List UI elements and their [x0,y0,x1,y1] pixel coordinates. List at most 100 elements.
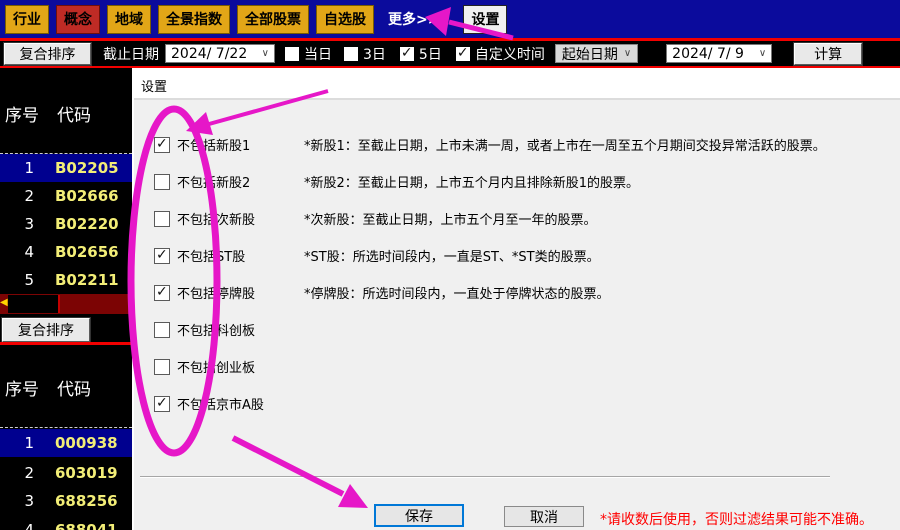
row-number: 2 [24,187,34,205]
table-row[interactable]: 2 B02666 [0,182,132,210]
table-row[interactable]: 1 B02205 [0,154,132,182]
table-row[interactable]: 3 B02220 [0,210,132,238]
checkbox-label: 自定义时间 [474,46,545,63]
option-description: *ST股：所选时间段内，一直是ST、*ST类的股票。 [304,250,600,265]
settings-button[interactable]: 设置 [463,4,508,34]
column-header-no: 序号 [5,380,39,400]
tab-industry[interactable]: 行业 [5,4,49,34]
column-header-no: 序号 [5,106,39,126]
checkbox-icon [285,46,299,61]
stock-code: 688041 [55,521,118,530]
divider [140,476,830,478]
option-row: 不包括次新股 *次新股：至截止日期，上市五个月至一年的股票。 [154,210,884,228]
option-label: 不包括ST股 [177,250,246,265]
checkbox-exclude-new2[interactable] [154,173,170,190]
table-row[interactable]: 5 B02211 [0,266,132,294]
save-button[interactable]: 保存 [374,504,464,527]
calculate-button[interactable]: 计算 [793,41,864,66]
top-nav: 行业 概念 地域 全景指数 全部股票 自选股 更多>> 设置 [0,0,900,38]
checkbox-icon [455,45,470,61]
row-number: 3 [24,492,34,510]
stock-list-sidebar: 序号 代码 1 B02205 2 B02666 3 B02220 4 B0265… [0,68,132,530]
start-date-select[interactable]: 2024/ 7/ 9 ∨ [666,44,773,63]
tab-all-stocks[interactable]: 全部股票 [237,4,309,34]
stock-code: 603019 [55,464,118,482]
option-label: 不包括停牌股 [177,287,256,302]
panel-title: 设置 [134,68,900,100]
tab-watchlist[interactable]: 自选股 [316,4,374,34]
start-date-dropdown[interactable]: 起始日期 ∨ [554,44,639,63]
tab-region[interactable]: 地域 [107,4,151,34]
scroll-left-icon[interactable]: ◀ [0,297,8,308]
row-number: 4 [24,243,34,261]
stock-code: B02205 [55,159,119,177]
option-label: 不包括京市A股 [177,398,264,413]
stock-code: B02666 [55,187,119,205]
table-row[interactable]: 2 603019 [0,459,132,487]
option-row: 不包括停牌股 *停牌股：所选时间段内，一直处于停牌状态的股票。 [154,284,884,302]
table-row[interactable]: 3 688256 [0,487,132,515]
stock-code: B02220 [55,215,119,233]
end-date-label: 截止日期 [103,46,159,63]
horizontal-scrollbar[interactable]: ◀ [0,294,132,314]
stock-code: 688256 [55,492,118,510]
table-row[interactable]: 1 000938 [0,429,132,457]
checkbox-exclude-beijing-a[interactable] [154,395,170,412]
checkbox-exclude-subnew[interactable] [154,210,170,227]
option-description: *停牌股：所选时间段内，一直处于停牌状态的股票。 [304,287,610,302]
checkbox-exclude-suspended[interactable] [154,284,170,301]
checkbox-icon [399,45,414,61]
option-description: *新股2：至截止日期，上市五个月内且排除新股1的股票。 [304,176,640,191]
three-day-checkbox[interactable]: 3日 [344,44,386,64]
option-row: 不包括京市A股 [154,395,884,413]
option-label: 不包括科创板 [177,324,256,339]
row-number: 2 [24,464,34,482]
option-description: *次新股：至截止日期，上市五个月至一年的股票。 [304,213,597,228]
composite-sort-button[interactable]: 复合排序 [3,41,92,66]
table-row[interactable]: 4 688041 [0,516,132,530]
column-header-code: 代码 [57,106,91,126]
option-label: 不包括新股2 [177,176,251,191]
warning-text: *请收数后使用，否则过滤结果可能不准确。 [600,512,873,528]
checkbox-label: 3日 [363,46,386,63]
end-date-value: 2024/ 7/22 [171,45,248,62]
option-row: 不包括新股1 *新股1：至截止日期，上市未满一周，或者上市在一周至五个月期间交投… [154,136,884,154]
option-row: 不包括创业板 [154,358,884,376]
stock-code: B02211 [55,271,119,289]
today-checkbox[interactable]: 当日 [285,44,332,64]
checkbox-exclude-star-market[interactable] [154,321,170,338]
stock-code: 000938 [55,434,118,452]
option-row: 不包括新股2 *新股2：至截止日期，上市五个月内且排除新股1的股票。 [154,173,884,191]
composite-sort-button-sidebar[interactable]: 复合排序 [1,317,91,343]
five-day-checkbox[interactable]: 5日 [399,44,442,64]
checkbox-exclude-new1[interactable] [154,136,170,153]
start-date-label: 起始日期 [561,46,618,63]
option-row: 不包括科创板 [154,321,884,339]
table-row[interactable]: 4 B02656 [0,238,132,266]
column-header-code: 代码 [57,380,91,400]
tab-panorama-index[interactable]: 全景指数 [158,4,230,34]
checkbox-label: 当日 [304,46,332,63]
row-number: 1 [24,434,34,452]
option-description: *新股1：至截止日期，上市未满一周，或者上市在一周至五个月期间交投异常活跃的股票… [304,139,826,154]
option-row: 不包括ST股 *ST股：所选时间段内，一直是ST、*ST类的股票。 [154,247,884,265]
checkbox-exclude-chinext[interactable] [154,358,170,375]
scrollbar-thumb[interactable] [8,295,60,313]
option-label: 不包括新股1 [177,139,251,154]
tab-concept[interactable]: 概念 [56,4,100,34]
stock-code: B02656 [55,243,119,261]
settings-panel: 设置 不包括新股1 *新股1：至截止日期，上市未满一周，或者上市在一周至五个月期… [132,68,900,530]
cancel-button[interactable]: 取消 [504,506,584,527]
end-date-select[interactable]: 2024/ 7/22 ∨ [165,44,275,63]
row-number: 5 [24,271,34,289]
chevron-down-icon: ∨ [623,48,632,59]
custom-time-checkbox[interactable]: 自定义时间 [455,44,545,64]
divider [0,342,132,345]
checkbox-label: 5日 [418,46,442,63]
option-label: 不包括次新股 [177,213,256,228]
checkbox-exclude-st[interactable] [154,247,170,264]
checkbox-icon [344,46,358,61]
row-number: 4 [24,521,34,530]
start-date-value: 2024/ 7/ 9 [672,45,744,62]
tab-more[interactable]: 更多>> [381,6,446,33]
